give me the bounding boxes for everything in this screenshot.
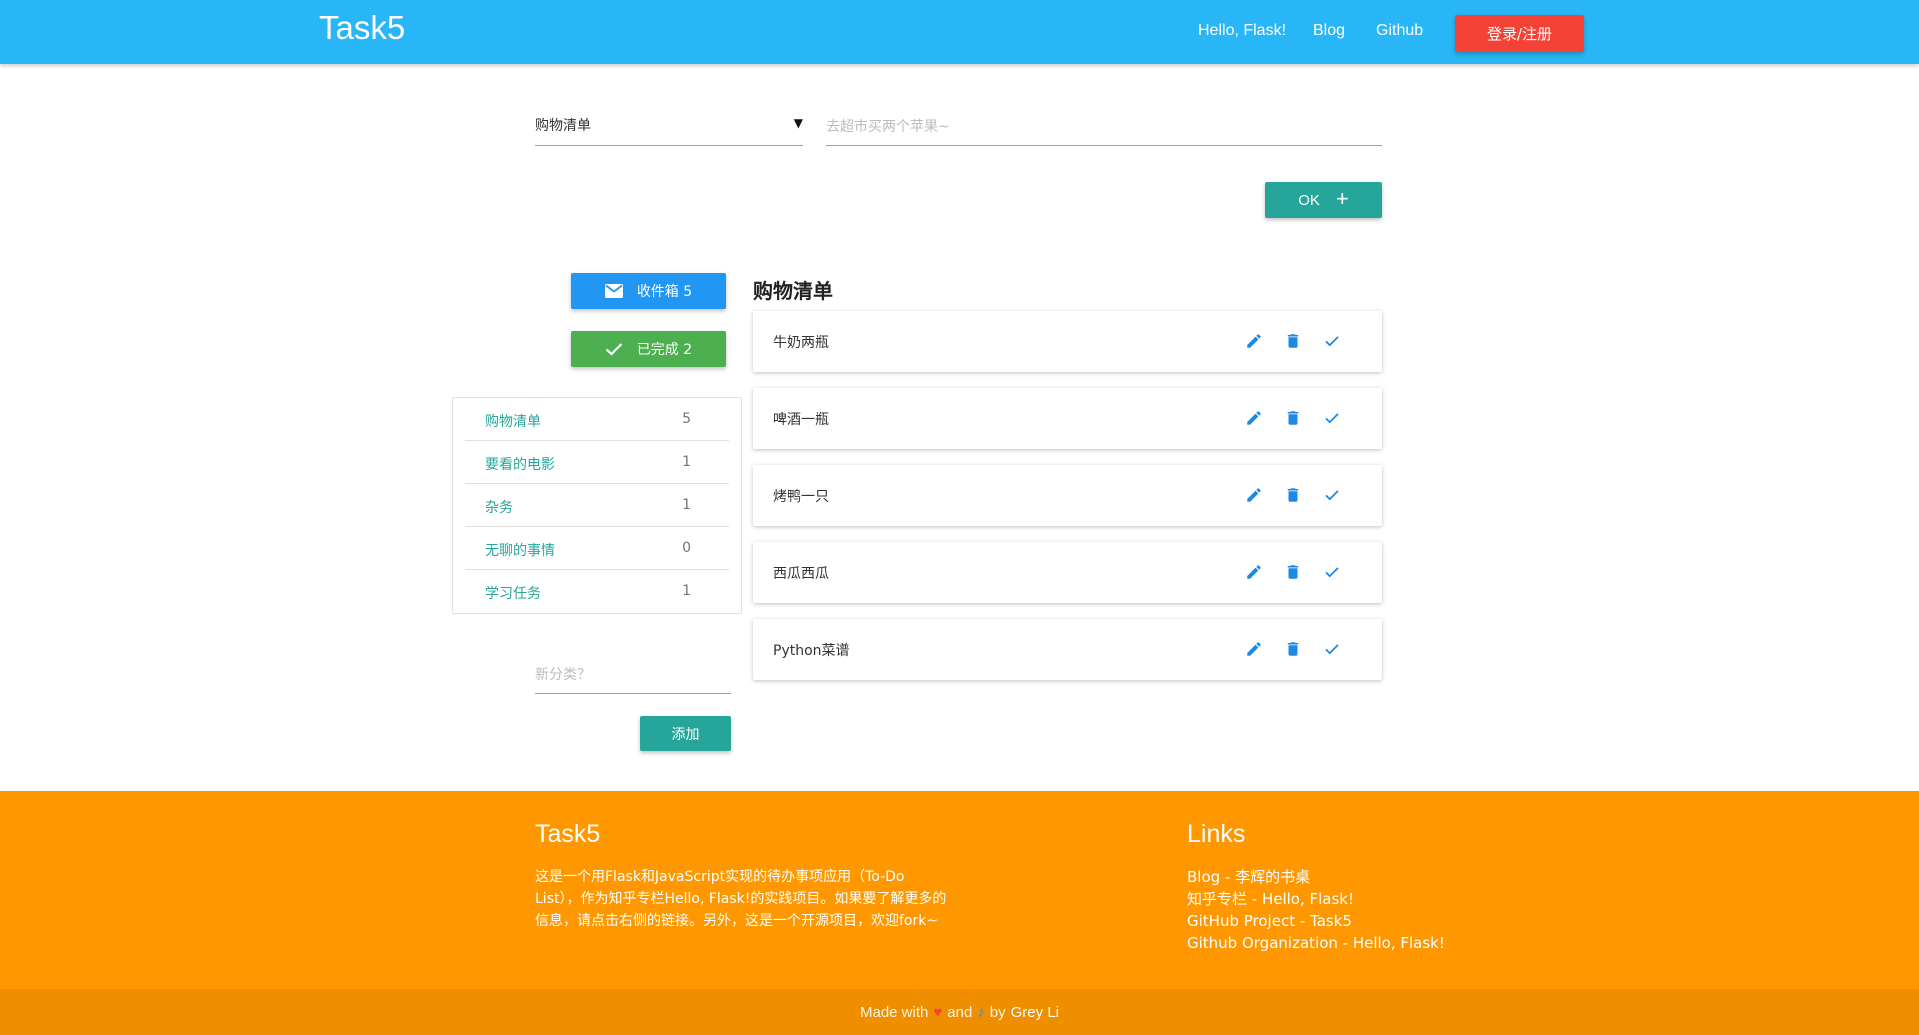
todo-item-actions	[1243, 330, 1342, 351]
plus-icon: +	[1335, 186, 1349, 211]
footer: Task5 这是一个用Flask和JavaScript实现的待办事项应用（To-…	[0, 791, 1919, 989]
trash-icon[interactable]	[1282, 407, 1303, 428]
check-icon[interactable]	[1321, 330, 1342, 351]
footer-description: 这是一个用Flask和JavaScript实现的待办事项应用（To-Do Lis…	[535, 869, 947, 929]
category-item-shopping[interactable]: 购物清单 5	[465, 398, 729, 441]
todo-item-card: 啤酒一瓶	[753, 388, 1382, 449]
category-count: 1	[682, 497, 691, 513]
category-item-study[interactable]: 学习任务 1	[465, 570, 729, 613]
ok-label: OK	[1298, 191, 1320, 209]
copyright-by: by	[989, 1003, 1006, 1021]
category-name: 购物清单	[485, 414, 541, 430]
pencil-icon[interactable]	[1243, 330, 1264, 351]
check-icon[interactable]	[1321, 484, 1342, 505]
check-icon	[605, 340, 623, 358]
category-item-boring[interactable]: 无聊的事情 0	[465, 527, 729, 570]
ok-add-item-button[interactable]: OK +	[1265, 182, 1382, 218]
todo-item-card: 烤鸭一只	[753, 465, 1382, 526]
footer-link-github-org[interactable]: Github Organization - Hello, Flask!	[1187, 932, 1445, 954]
list-title: 购物清单	[753, 279, 833, 303]
todo-item-card: 牛奶两瓶	[753, 311, 1382, 372]
new-category-input[interactable]	[535, 656, 731, 694]
footer-link-github-project[interactable]: GitHub Project - Task5	[1187, 910, 1445, 932]
add-category-button[interactable]: 添加	[640, 716, 731, 751]
login-register-button[interactable]: 登录/注册	[1455, 15, 1584, 52]
check-icon[interactable]	[1321, 638, 1342, 659]
pencil-icon[interactable]	[1243, 561, 1264, 582]
music-note-icon: ♪	[977, 1003, 985, 1021]
category-select-value: 购物清单	[535, 118, 591, 134]
footer-links: Blog - 李辉的书桌 知乎专栏 - Hello, Flask! GitHub…	[1187, 866, 1445, 954]
category-count: 0	[682, 540, 691, 556]
trash-icon[interactable]	[1282, 638, 1303, 659]
nav-link-github[interactable]: Github	[1376, 22, 1423, 40]
pencil-icon[interactable]	[1243, 638, 1264, 659]
nav-link-hello-flask[interactable]: Hello, Flask!	[1198, 22, 1286, 40]
footer-link-zhihu[interactable]: 知乎专栏 - Hello, Flask!	[1187, 888, 1445, 910]
todo-item-actions	[1243, 484, 1342, 505]
nav-link-blog[interactable]: Blog	[1313, 22, 1345, 40]
completed-label: 已完成 2	[636, 342, 693, 358]
category-select[interactable]: 购物清单 ▼	[535, 108, 803, 146]
mail-icon	[604, 282, 623, 300]
author-link[interactable]: Grey Li	[1011, 1004, 1059, 1021]
check-icon[interactable]	[1321, 561, 1342, 582]
footer-link-blog[interactable]: Blog - 李辉的书桌	[1187, 866, 1445, 888]
copyright-and: and	[947, 1003, 973, 1021]
category-list: 购物清单 5 要看的电影 1 杂务 1 无聊的事情 0 学习任务 1	[452, 397, 742, 614]
category-name: 学习任务	[485, 586, 541, 602]
check-icon[interactable]	[1321, 407, 1342, 428]
navbar: Task5 Hello, Flask! Blog Github 登录/注册	[0, 0, 1919, 64]
todo-item-text: 烤鸭一只	[773, 489, 829, 505]
category-item-chores[interactable]: 杂务 1	[465, 484, 729, 527]
category-name: 要看的电影	[485, 457, 555, 473]
completed-button[interactable]: 已完成 2	[571, 331, 726, 367]
heart-icon: ♥	[933, 1003, 943, 1021]
pencil-icon[interactable]	[1243, 484, 1264, 505]
todo-item-card: 西瓜西瓜	[753, 542, 1382, 603]
brand-logo[interactable]: Task5	[319, 9, 405, 47]
todo-item-text: 牛奶两瓶	[773, 335, 829, 351]
category-item-movies[interactable]: 要看的电影 1	[465, 441, 729, 484]
category-name: 杂务	[485, 500, 513, 516]
copyright-bar: Made with ♥ and ♪ by Grey Li	[0, 989, 1919, 1035]
trash-icon[interactable]	[1282, 330, 1303, 351]
todo-item-card: Python菜谱	[753, 619, 1382, 680]
todo-item-actions	[1243, 638, 1342, 659]
pencil-icon[interactable]	[1243, 407, 1264, 428]
todo-item-actions	[1243, 561, 1342, 582]
footer-links-title: Links	[1187, 820, 1246, 848]
category-name: 无聊的事情	[485, 543, 555, 559]
inbox-button[interactable]: 收件箱 5	[571, 273, 726, 309]
category-count: 1	[682, 454, 691, 470]
todo-item-text: 西瓜西瓜	[773, 566, 829, 582]
todo-item-text: 啤酒一瓶	[773, 412, 829, 428]
copyright-made: Made with	[859, 1003, 929, 1021]
todo-item-text: Python菜谱	[773, 643, 850, 659]
footer-title: Task5	[535, 820, 601, 848]
caret-down-icon: ▼	[793, 116, 803, 130]
category-count: 5	[682, 411, 691, 427]
todo-item-actions	[1243, 407, 1342, 428]
new-item-input[interactable]	[826, 108, 1382, 146]
trash-icon[interactable]	[1282, 561, 1303, 582]
inbox-label: 收件箱 5	[636, 284, 693, 300]
trash-icon[interactable]	[1282, 484, 1303, 505]
category-count: 1	[682, 583, 691, 599]
